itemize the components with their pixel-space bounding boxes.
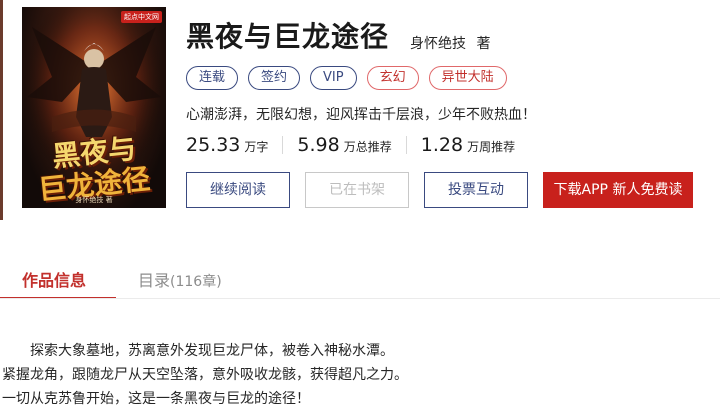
stat-divider [405, 136, 407, 154]
continue-reading-button[interactable]: 继续阅读 [186, 172, 290, 208]
tab-book-info[interactable]: 作品信息 [22, 267, 86, 291]
tag-subgenre[interactable]: 异世大陆 [428, 66, 507, 90]
cover-author: 身怀绝技 著 [75, 196, 113, 204]
on-shelf-button[interactable]: 已在书架 [305, 172, 409, 208]
tag-list: 连载 签约 VIP 玄幻 异世大陆 [186, 66, 507, 90]
stat-weekly-recommend-value: 1.28 [420, 134, 464, 156]
tab-divider [0, 298, 720, 299]
tag-signed[interactable]: 签约 [248, 66, 301, 90]
stat-weekly-recommend-unit: 万周推荐 [467, 140, 516, 154]
left-edge-strip [0, 0, 3, 220]
cover-publisher-badge: 起点中文网 [121, 11, 162, 23]
tab-toc-label: 目录 [138, 271, 171, 290]
tag-vip[interactable]: VIP [310, 66, 357, 90]
book-intro: 探索大象墓地，苏离意外发现巨龙尸体，被卷入神秘水潭。 紧握龙角，跟随龙尸从天空坠… [2, 339, 408, 411]
tab-table-of-contents[interactable]: 目录(116章) [138, 267, 222, 291]
book-cover[interactable]: 起点中文网 黑夜与 巨龙途径 身怀绝技 著 [22, 7, 166, 208]
stat-total-recommend-unit: 万总推荐 [343, 140, 392, 154]
tab-toc-count: (116章) [170, 274, 222, 290]
book-title: 黑夜与巨龙途径 [186, 20, 390, 53]
stat-weekly-recommend: 1.28 万周推荐 [421, 134, 515, 156]
stat-total-recommend: 5.98 万总推荐 [297, 134, 391, 156]
author-name[interactable]: 身怀绝技 [410, 36, 466, 52]
intro-line: 紧握龙角，跟随龙尸从天空坠落，意外吸收龙骸，获得超凡之力。 [2, 367, 408, 383]
tag-genre-fantasy[interactable]: 玄幻 [366, 66, 419, 90]
vote-button[interactable]: 投票互动 [424, 172, 528, 208]
stat-word-count-unit: 万字 [244, 140, 269, 154]
stat-word-count-value: 25.33 [186, 134, 241, 156]
book-slogan: 心潮澎湃，无限幻想，迎风挥击千层浪，少年不败热血！ [186, 107, 536, 123]
book-author[interactable]: 身怀绝技 著 [410, 33, 490, 53]
stat-word-count: 25.33 万字 [186, 134, 268, 156]
intro-line: 一切从克苏鲁开始，这是一条黑夜与巨龙的途径！ [2, 391, 310, 407]
book-stats: 25.33 万字 5.98 万总推荐 1.28 万周推荐 [186, 134, 515, 156]
author-suffix: 著 [476, 36, 491, 52]
stat-divider [282, 136, 284, 154]
tag-serializing[interactable]: 连载 [186, 66, 239, 90]
download-app-button[interactable]: 下载APP 新人免费读 [543, 172, 693, 208]
stat-total-recommend-value: 5.98 [297, 134, 340, 156]
intro-line: 探索大象墓地，苏离意外发现巨龙尸体，被卷入神秘水潭。 [30, 343, 394, 359]
